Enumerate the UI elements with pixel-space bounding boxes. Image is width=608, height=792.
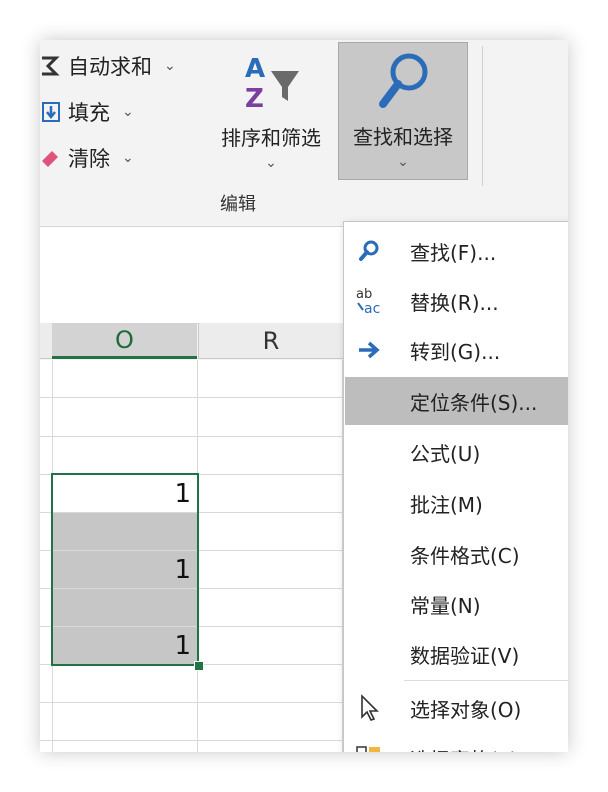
menu-label: 数据验证(V)	[410, 643, 520, 668]
menu-label: 选择对象(O)	[410, 697, 522, 722]
clear-label: 清除	[68, 147, 110, 171]
menu-item-find[interactable]: 查找(F)...	[345, 228, 568, 274]
menu-item-select-objects[interactable]: 选择对象(O)	[345, 685, 568, 731]
column-header-r[interactable]: R	[198, 323, 343, 359]
find-select-menu: 查找(F)... ab ac 替换(R)... 转到(G)... 定位条件(S).…	[343, 221, 568, 752]
chevron-down-icon: ⌄	[397, 154, 409, 170]
menu-label: 选择窗格(P)...	[410, 744, 537, 753]
menu-label: 条件格式(C)	[410, 543, 520, 568]
fill-handle[interactable]	[194, 661, 204, 671]
menu-item-selection-pane[interactable]: 选择窗格(P)...	[345, 735, 568, 752]
menu-item-constants[interactable]: 常量(N)	[345, 581, 568, 627]
menu-item-conditional-formatting[interactable]: 条件格式(C)	[345, 531, 568, 577]
menu-separator	[404, 680, 568, 681]
menu-item-comments[interactable]: 批注(M)	[345, 480, 568, 526]
menu-item-goto-special[interactable]: 定位条件(S)...	[345, 377, 568, 425]
find-icon	[355, 237, 383, 265]
arrow-right-icon	[355, 336, 383, 364]
ribbon-divider	[482, 46, 483, 186]
menu-label: 常量(N)	[410, 593, 481, 618]
menu-item-goto[interactable]: 转到(G)...	[345, 327, 568, 373]
menu-item-formulas[interactable]: 公式(U)	[345, 429, 568, 475]
find-select-label: 查找和选择	[353, 125, 453, 149]
sort-filter-icon: A Z	[208, 44, 334, 116]
menu-label: 替换(R)...	[410, 290, 499, 315]
menu-label: 转到(G)...	[410, 339, 501, 364]
column-header-o[interactable]: O	[52, 323, 197, 359]
fill-down-icon	[40, 101, 62, 123]
editing-group-label: 编辑	[220, 194, 256, 215]
chevron-down-icon: ⌄	[122, 104, 134, 120]
autosum-icon	[40, 55, 62, 77]
menu-item-replace[interactable]: ab ac 替换(R)...	[345, 278, 568, 324]
fill-label: 填充	[68, 101, 110, 125]
svg-text:Z: Z	[245, 84, 264, 111]
menu-item-data-validation[interactable]: 数据验证(V)	[345, 631, 568, 677]
svg-text:ac: ac	[364, 301, 380, 316]
autosum-button[interactable]: 自动求和 ⌄	[40, 48, 176, 84]
svg-text:ab: ab	[356, 287, 372, 302]
selection-range	[51, 473, 199, 666]
replace-icon: ab ac	[355, 287, 383, 316]
fill-button[interactable]: 填充 ⌄	[40, 94, 134, 130]
menu-label: 查找(F)...	[410, 240, 497, 265]
excel-window: 自动求和 ⌄ 填充 ⌄ 清除 ⌄ A Z 排序和筛选 ⌄ 查找和选择 ⌄ 编辑 …	[40, 40, 568, 752]
menu-label: 批注(M)	[410, 492, 483, 517]
eraser-icon	[40, 147, 62, 169]
cursor-arrow-icon	[355, 694, 383, 722]
autosum-label: 自动求和	[68, 55, 152, 79]
chevron-down-icon: ⌄	[122, 150, 134, 166]
sort-filter-label: 排序和筛选	[221, 126, 321, 150]
menu-label: 定位条件(S)...	[410, 390, 538, 415]
svg-text:A: A	[245, 54, 265, 84]
chevron-down-icon: ⌄	[164, 58, 176, 74]
column-header-previous[interactable]	[40, 323, 52, 359]
selection-pane-icon	[355, 744, 383, 752]
find-select-button[interactable]: 查找和选择 ⌄	[338, 42, 468, 180]
menu-label: 公式(U)	[410, 441, 481, 466]
sort-filter-button[interactable]: A Z 排序和筛选 ⌄	[208, 44, 334, 184]
clear-button[interactable]: 清除 ⌄	[40, 140, 134, 176]
chevron-down-icon: ⌄	[265, 155, 277, 171]
ribbon-editing-group: 自动求和 ⌄ 填充 ⌄ 清除 ⌄ A Z 排序和筛选 ⌄ 查找和选择 ⌄ 编辑	[40, 40, 568, 225]
magnifier-icon	[339, 43, 467, 117]
